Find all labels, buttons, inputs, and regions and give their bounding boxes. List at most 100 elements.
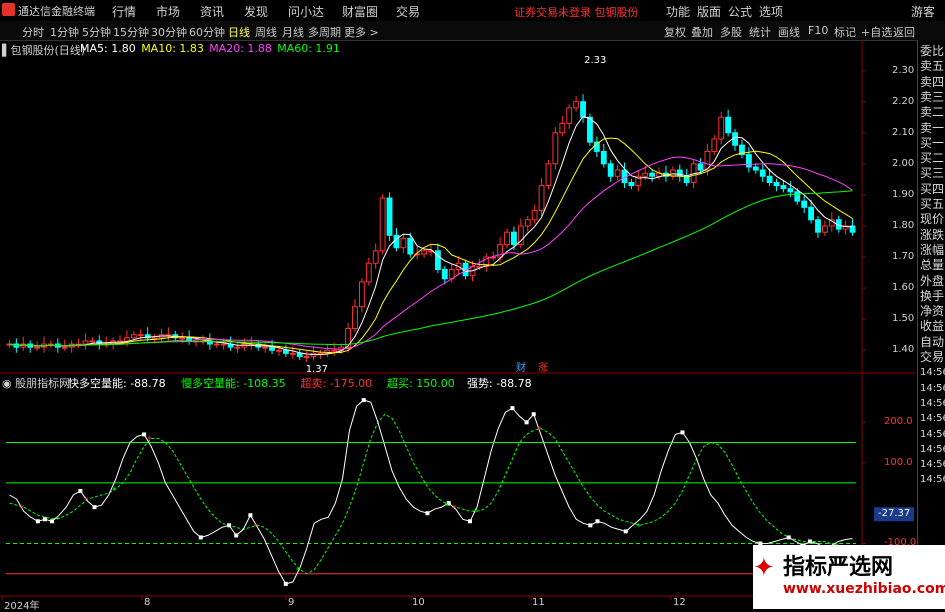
price-tick-label: 2.20 bbox=[892, 95, 915, 107]
candle-body bbox=[821, 225, 828, 233]
candle-body bbox=[787, 188, 794, 193]
indicator-tick-label: 100.0 bbox=[884, 456, 913, 468]
candle-body bbox=[538, 185, 545, 211]
slow-momentum-line bbox=[9, 413, 853, 575]
candle-body bbox=[220, 343, 227, 346]
ma-indicator-ma60: MA60: 1.91 bbox=[277, 42, 340, 55]
candle-body bbox=[545, 163, 552, 187]
candle-body bbox=[587, 116, 593, 143]
quote-field-label[interactable]: 净资 bbox=[920, 304, 944, 319]
indicator-value: 超买: 150.00 bbox=[387, 377, 455, 390]
quote-field-label[interactable]: 涨幅 bbox=[920, 243, 944, 258]
candle-body bbox=[524, 219, 531, 227]
cross-signal-star: * bbox=[636, 522, 641, 532]
quote-field-label[interactable]: 买五 bbox=[920, 197, 944, 212]
candle-body bbox=[393, 234, 400, 249]
quote-field-label[interactable]: 卖三 bbox=[920, 90, 944, 105]
peak-marker bbox=[807, 539, 812, 544]
peak-marker bbox=[510, 406, 515, 411]
quote-field-label[interactable]: 卖四 bbox=[920, 75, 944, 90]
trough-marker bbox=[35, 519, 40, 524]
quote-field-label[interactable]: 买二 bbox=[920, 151, 944, 166]
star-logo-icon: ✦ bbox=[753, 553, 775, 583]
cross-signal-star: * bbox=[296, 567, 301, 577]
candle-body bbox=[269, 346, 275, 351]
quote-field-label[interactable]: 收益 bbox=[920, 319, 944, 334]
candle-body bbox=[815, 219, 821, 233]
quote-field-label[interactable]: 买三 bbox=[920, 166, 944, 181]
candle-body bbox=[766, 175, 773, 183]
x-axis-label: 8 bbox=[144, 597, 151, 608]
candle-body bbox=[407, 237, 414, 255]
candle-body bbox=[386, 197, 393, 236]
candle-body bbox=[61, 346, 68, 349]
right-quote-panel: 委比 卖五 卖四 卖三 卖二 卖一 买一 买二 买三 买四 买五 现价 涨跌 涨幅 总量 外盘 换手 净资 收益 自动… bbox=[917, 40, 945, 609]
candle-body bbox=[697, 163, 704, 171]
candle-body bbox=[607, 163, 614, 177]
quote-field-label[interactable]: 涨跌 bbox=[920, 228, 944, 243]
watermark-url: www.xuezhibiao.com bbox=[783, 581, 945, 597]
trough-marker bbox=[425, 511, 430, 516]
quote-field-label[interactable]: 14:56 bbox=[920, 381, 945, 396]
indicator-value: 超卖: -175.00 bbox=[300, 377, 373, 390]
quote-field-label[interactable]: 14:56 bbox=[920, 365, 945, 380]
peak-marker bbox=[78, 488, 83, 493]
candle-body bbox=[234, 346, 241, 349]
candle-body bbox=[718, 116, 725, 140]
peak-marker bbox=[361, 398, 366, 403]
candle-body bbox=[303, 355, 310, 358]
price-chart-title: ▌包钢股份(日线) bbox=[2, 44, 86, 57]
price-tick-label: 2.00 bbox=[892, 157, 915, 169]
candle-body bbox=[566, 107, 573, 124]
indicator-tick-label: 200.0 bbox=[884, 416, 913, 428]
event-marker-cai: 财 bbox=[516, 363, 526, 374]
quote-field-label[interactable]: 交易 bbox=[920, 350, 944, 365]
peak-marker bbox=[595, 519, 600, 524]
x-axis-label: 12 bbox=[673, 597, 686, 608]
price-tick-label: 1.90 bbox=[892, 188, 915, 200]
price-tick-label: 1.70 bbox=[892, 251, 915, 263]
quote-field-label[interactable]: 卖二 bbox=[920, 105, 944, 120]
quote-field-label[interactable]: 买一 bbox=[920, 136, 944, 151]
quote-field-label[interactable]: 14:56 bbox=[920, 472, 945, 487]
candle-body bbox=[124, 337, 130, 342]
low-price-label: 1.37 bbox=[305, 363, 328, 375]
quote-field-label[interactable]: 14:56 bbox=[920, 442, 945, 457]
quote-field-label[interactable]: 自动 bbox=[920, 335, 944, 350]
trough-marker bbox=[467, 519, 472, 524]
candle-body bbox=[296, 352, 303, 357]
trough-marker bbox=[283, 581, 288, 586]
x-axis-label: 2024年 bbox=[4, 601, 40, 612]
cross-signal-star: * bbox=[147, 435, 152, 445]
candle-body bbox=[352, 306, 358, 330]
quote-field-label[interactable]: 买四 bbox=[920, 182, 944, 197]
quote-field-label[interactable]: 现价 bbox=[920, 212, 944, 227]
candle-body bbox=[552, 132, 559, 165]
indicator-value: 强势: -88.78 bbox=[467, 377, 532, 390]
peak-marker bbox=[680, 430, 685, 435]
indicator-value: 快多空量能: -88.78 bbox=[68, 377, 166, 390]
cross-signal-star: * bbox=[473, 508, 478, 518]
quote-field-label[interactable]: 14:56 bbox=[920, 411, 945, 426]
quote-field-label[interactable]: 外盘 bbox=[920, 274, 944, 289]
candle-body bbox=[89, 340, 96, 343]
cross-signal-star: * bbox=[112, 486, 117, 496]
quote-field-label[interactable]: 卖一 bbox=[920, 121, 944, 136]
price-tick-label: 1.60 bbox=[892, 282, 915, 294]
quote-field-label[interactable]: 卖五 bbox=[920, 59, 944, 74]
quote-field-label[interactable]: 总量 bbox=[920, 258, 944, 273]
quote-field-label[interactable]: 14:56 bbox=[920, 457, 945, 472]
candle-body bbox=[179, 337, 186, 340]
quote-field-label[interactable]: 换手 bbox=[920, 289, 944, 304]
candle-body bbox=[531, 209, 538, 221]
indicator-title: ◉ 股朋指标网 bbox=[2, 377, 71, 390]
quote-field-label[interactable]: 委比 bbox=[920, 44, 944, 59]
candle-body bbox=[808, 206, 814, 221]
candle-body bbox=[331, 349, 338, 352]
quote-field-label[interactable]: 14:56 bbox=[920, 396, 945, 411]
candle-body bbox=[780, 185, 787, 190]
quote-field-label[interactable]: 14:56 bbox=[920, 427, 945, 442]
price-tick-label: 1.50 bbox=[892, 313, 915, 325]
peak-marker bbox=[142, 432, 147, 437]
chart-canvas[interactable]: ************* bbox=[0, 0, 945, 609]
